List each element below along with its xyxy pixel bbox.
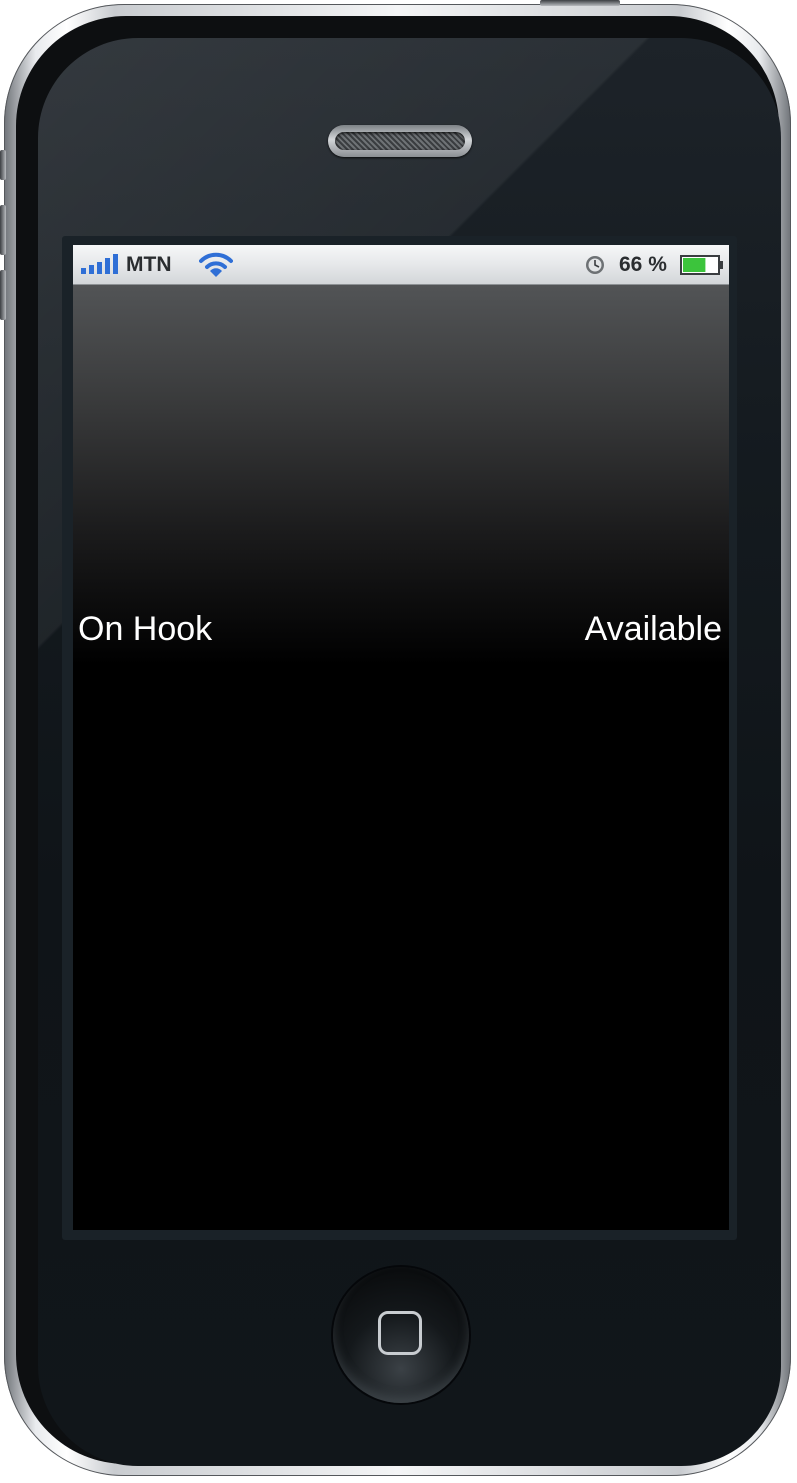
signal-bar: [97, 262, 102, 274]
volume-up-button[interactable]: [0, 205, 6, 255]
volume-down-button[interactable]: [0, 270, 6, 320]
wifi-icon: [199, 252, 233, 277]
battery-fill: [683, 258, 706, 272]
signal-bar: [113, 254, 118, 274]
signal-bar: [105, 258, 110, 274]
signal-strength-icon: [81, 254, 118, 274]
availability-status-label: Available: [584, 610, 722, 648]
signal-bar: [89, 265, 94, 274]
mute-switch[interactable]: [0, 150, 6, 180]
call-status-row: On Hook Available: [73, 605, 729, 649]
sleep-wake-button[interactable]: [540, 0, 620, 6]
home-button[interactable]: [333, 1267, 469, 1403]
clock-icon: [586, 256, 604, 274]
battery-icon: [680, 255, 723, 275]
earpiece-speaker: [328, 125, 472, 157]
earpiece-grille: [335, 132, 465, 150]
carrier-label: MTN: [126, 253, 172, 276]
screen: MTN 66 % On Hook Available: [73, 245, 729, 1230]
signal-bar: [81, 268, 86, 274]
battery-percentage: 66 %: [619, 253, 667, 276]
hook-status-label: On Hook: [78, 610, 213, 648]
status-bar: MTN 66 %: [73, 245, 729, 285]
home-square-icon: [378, 1311, 422, 1355]
